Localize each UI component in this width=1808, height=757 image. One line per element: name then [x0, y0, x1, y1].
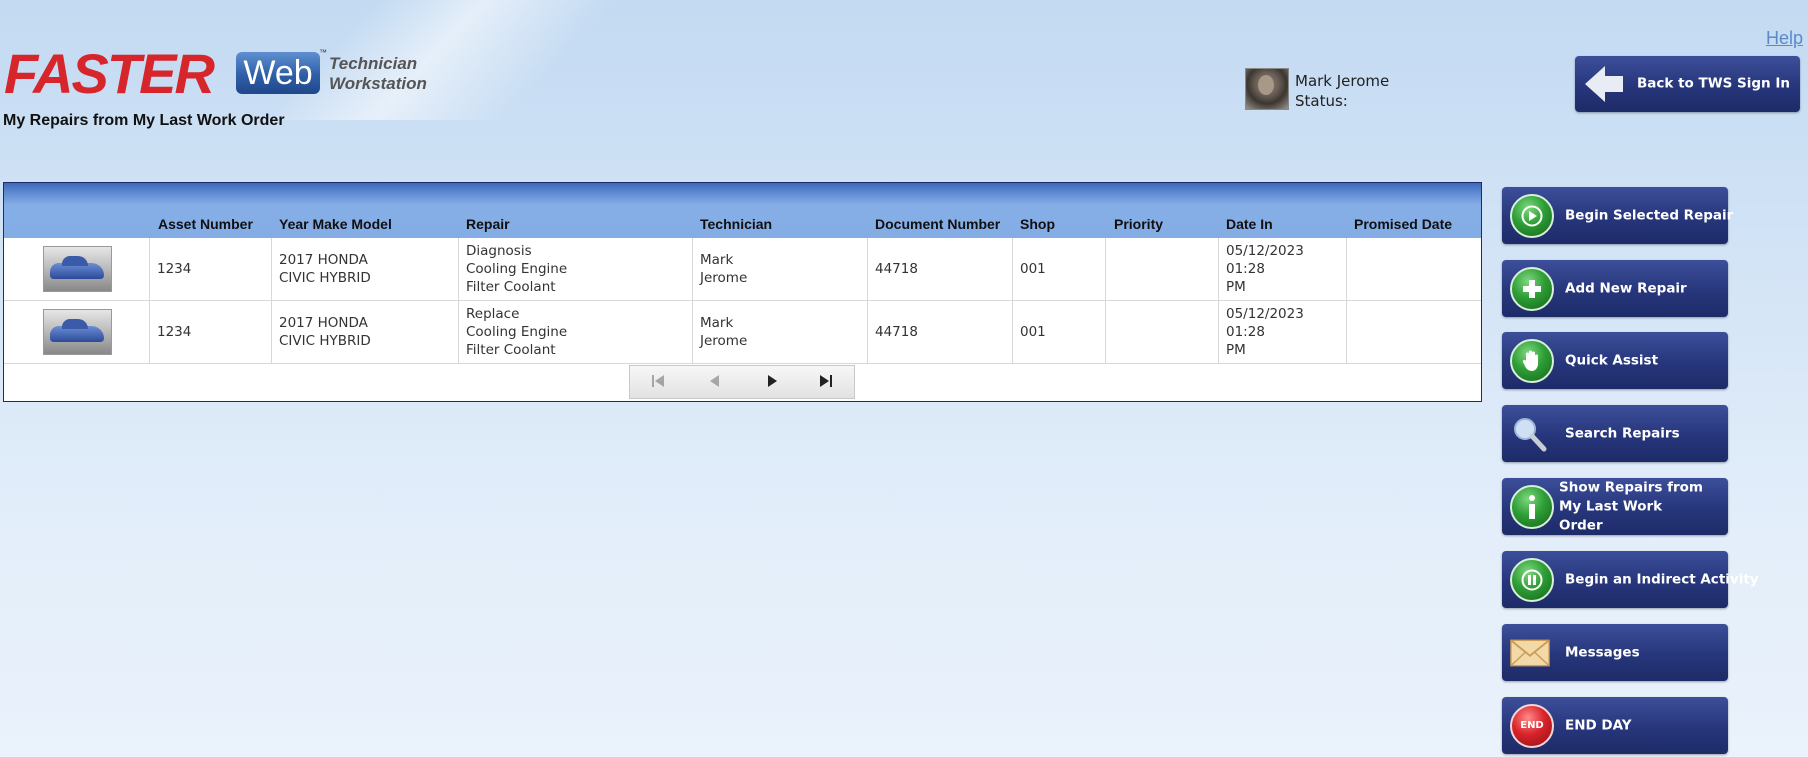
hand-icon	[1510, 338, 1554, 383]
messages-button[interactable]: Messages	[1502, 624, 1728, 681]
cell-ymm-line2: CIVIC HYBRID	[279, 270, 371, 286]
vehicle-thumbnail	[43, 246, 112, 292]
avatar	[1245, 68, 1289, 110]
grid-header: Asset Number Year Make Model Repair Tech…	[4, 183, 1481, 238]
help-link[interactable]: Help	[1766, 28, 1803, 49]
cell-repair-line1: Diagnosis	[466, 243, 532, 259]
table-row[interactable]: 1234 2017 HONDA CIVIC HYBRID Replace Cooli…	[4, 301, 1481, 364]
plus-icon	[1510, 266, 1554, 311]
vehicle-thumbnail	[43, 309, 112, 355]
cell-tech-line2: Jerome	[700, 270, 748, 286]
add-new-repair-label: Add New Repair	[1565, 280, 1687, 296]
messages-label: Messages	[1565, 644, 1640, 660]
show-repairs-last-work-order-button[interactable]: Show Repairs from My Last Work Order	[1502, 478, 1728, 535]
cell-document-number: 44718	[868, 238, 1013, 300]
end-day-label: END DAY	[1565, 717, 1632, 733]
begin-indirect-activity-label: Begin an Indirect Activity	[1565, 571, 1759, 587]
show-repairs-label: Show Repairs from My Last Work Order	[1559, 478, 1703, 535]
col-header-document-number[interactable]: Document Number	[875, 216, 1000, 232]
logo-product-name: Technician Workstation	[329, 54, 427, 94]
col-header-technician[interactable]: Technician	[700, 216, 772, 232]
info-icon	[1510, 484, 1554, 529]
cell-shop: 001	[1013, 301, 1106, 363]
logo-faster-text: FASTER	[4, 42, 215, 105]
begin-indirect-activity-button[interactable]: Begin an Indirect Activity	[1502, 551, 1759, 608]
show-repairs-label-line1: Show Repairs from	[1559, 479, 1703, 495]
cell-tech-line2: Jerome	[700, 333, 748, 349]
cell-repair-line1: Replace	[466, 306, 520, 322]
end-day-button[interactable]: END END DAY	[1502, 697, 1728, 754]
cell-date-in-line2: PM	[1226, 279, 1246, 295]
user-name: Mark Jerome	[1295, 72, 1390, 90]
logo-web-badge: Web	[236, 52, 320, 94]
col-header-asset-number[interactable]: Asset Number	[158, 216, 253, 232]
cell-asset-number: 1234	[150, 301, 272, 363]
first-page-icon[interactable]	[652, 374, 666, 388]
cell-date-in-line1: 05/12/2023 01:28	[1226, 243, 1304, 277]
begin-selected-repair-button[interactable]: Begin Selected Repair	[1502, 187, 1733, 244]
next-page-icon[interactable]	[766, 374, 780, 388]
cell-promised-date	[1347, 301, 1481, 363]
cell-asset-number: 1234	[150, 238, 272, 300]
begin-selected-repair-label: Begin Selected Repair	[1565, 207, 1734, 223]
logo-product-line2: Workstation	[329, 74, 427, 93]
page-title: My Repairs from My Last Work Order	[3, 112, 285, 129]
logo-trademark: ™	[319, 48, 327, 57]
magnifier-icon	[1510, 414, 1550, 454]
pause-icon	[1510, 557, 1554, 602]
back-button-label: Back to TWS Sign In	[1637, 75, 1790, 92]
show-repairs-label-line2: My Last Work	[1559, 498, 1663, 514]
col-header-year-make-model[interactable]: Year Make Model	[279, 216, 392, 232]
cell-tech-line1: Mark	[700, 252, 734, 268]
cell-repair-line3: Filter Coolant	[466, 342, 556, 358]
col-header-shop[interactable]: Shop	[1020, 216, 1055, 232]
cell-document-number: 44718	[868, 301, 1013, 363]
col-header-priority[interactable]: Priority	[1114, 216, 1163, 232]
cell-promised-date	[1347, 238, 1481, 300]
grid-pager	[629, 365, 855, 399]
cell-priority	[1106, 238, 1219, 300]
cell-repair-line2: Cooling Engine	[466, 324, 568, 340]
last-page-icon[interactable]	[820, 374, 834, 388]
user-status-label: Status:	[1295, 92, 1348, 110]
cell-date-in-line2: PM	[1226, 342, 1246, 358]
back-to-sign-in-button[interactable]: Back to TWS Sign In	[1575, 56, 1800, 112]
cell-repair-line3: Filter Coolant	[466, 279, 556, 295]
quick-assist-button[interactable]: Quick Assist	[1502, 332, 1728, 389]
cell-ymm-line2: CIVIC HYBRID	[279, 333, 371, 349]
search-repairs-label: Search Repairs	[1565, 425, 1680, 441]
cell-tech-line1: Mark	[700, 315, 734, 331]
cell-shop: 001	[1013, 238, 1106, 300]
col-header-repair[interactable]: Repair	[466, 216, 510, 232]
cell-priority	[1106, 301, 1219, 363]
end-icon: END	[1510, 703, 1554, 748]
cell-date-in-line1: 05/12/2023 01:28	[1226, 306, 1304, 340]
quick-assist-label: Quick Assist	[1565, 352, 1659, 368]
col-header-promised-date[interactable]: Promised Date	[1354, 216, 1452, 232]
col-header-date-in[interactable]: Date In	[1226, 216, 1273, 232]
table-row[interactable]: 1234 2017 HONDA CIVIC HYBRID Diagnosis Coo…	[4, 238, 1481, 301]
add-new-repair-button[interactable]: Add New Repair	[1502, 260, 1728, 317]
show-repairs-label-line3: Order	[1559, 517, 1603, 533]
left-arrow-icon	[1585, 66, 1605, 102]
repairs-grid: Asset Number Year Make Model Repair Tech…	[3, 182, 1482, 402]
cell-ymm-line1: 2017 HONDA	[279, 252, 368, 268]
logo-product-line1: Technician	[329, 54, 418, 73]
search-repairs-button[interactable]: Search Repairs	[1502, 405, 1728, 462]
cell-repair-line2: Cooling Engine	[466, 261, 568, 277]
cell-ymm-line1: 2017 HONDA	[279, 315, 368, 331]
envelope-icon	[1510, 633, 1550, 673]
previous-page-icon[interactable]	[708, 374, 722, 388]
play-icon	[1510, 193, 1554, 238]
